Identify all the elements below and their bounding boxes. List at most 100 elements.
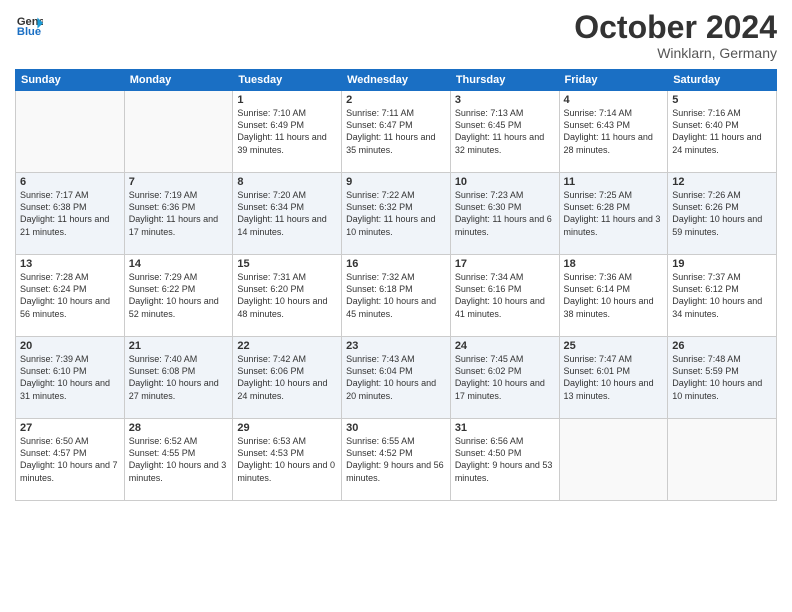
header-row: Sunday Monday Tuesday Wednesday Thursday… — [16, 70, 777, 91]
col-friday: Friday — [559, 70, 668, 91]
table-row: 25Sunrise: 7:47 AMSunset: 6:01 PMDayligh… — [559, 337, 668, 419]
table-row: 27Sunrise: 6:50 AMSunset: 4:57 PMDayligh… — [16, 419, 125, 501]
table-row: 28Sunrise: 6:52 AMSunset: 4:55 PMDayligh… — [124, 419, 233, 501]
table-row — [124, 91, 233, 173]
table-row: 3Sunrise: 7:13 AMSunset: 6:45 PMDaylight… — [450, 91, 559, 173]
day-number: 4 — [564, 94, 664, 106]
col-wednesday: Wednesday — [342, 70, 451, 91]
day-info: Sunrise: 7:14 AMSunset: 6:43 PMDaylight:… — [564, 107, 664, 156]
day-info: Sunrise: 7:17 AMSunset: 6:38 PMDaylight:… — [20, 189, 120, 238]
day-info: Sunrise: 7:39 AMSunset: 6:10 PMDaylight:… — [20, 353, 120, 402]
table-row: 16Sunrise: 7:32 AMSunset: 6:18 PMDayligh… — [342, 255, 451, 337]
table-row: 15Sunrise: 7:31 AMSunset: 6:20 PMDayligh… — [233, 255, 342, 337]
day-number: 31 — [455, 422, 555, 434]
col-saturday: Saturday — [668, 70, 777, 91]
day-info: Sunrise: 7:32 AMSunset: 6:18 PMDaylight:… — [346, 271, 446, 320]
day-number: 24 — [455, 340, 555, 352]
logo-icon: General Blue — [15, 10, 43, 38]
table-row: 10Sunrise: 7:23 AMSunset: 6:30 PMDayligh… — [450, 173, 559, 255]
day-number: 18 — [564, 258, 664, 270]
day-number: 30 — [346, 422, 446, 434]
table-row: 24Sunrise: 7:45 AMSunset: 6:02 PMDayligh… — [450, 337, 559, 419]
day-number: 6 — [20, 176, 120, 188]
table-row: 31Sunrise: 6:56 AMSunset: 4:50 PMDayligh… — [450, 419, 559, 501]
table-row: 8Sunrise: 7:20 AMSunset: 6:34 PMDaylight… — [233, 173, 342, 255]
title-block: October 2024 Winklarn, Germany — [574, 10, 777, 61]
table-row: 21Sunrise: 7:40 AMSunset: 6:08 PMDayligh… — [124, 337, 233, 419]
table-row: 5Sunrise: 7:16 AMSunset: 6:40 PMDaylight… — [668, 91, 777, 173]
day-info: Sunrise: 7:10 AMSunset: 6:49 PMDaylight:… — [237, 107, 337, 156]
table-row — [16, 91, 125, 173]
day-number: 2 — [346, 94, 446, 106]
table-row: 2Sunrise: 7:11 AMSunset: 6:47 PMDaylight… — [342, 91, 451, 173]
day-info: Sunrise: 7:22 AMSunset: 6:32 PMDaylight:… — [346, 189, 446, 238]
table-row — [559, 419, 668, 501]
col-sunday: Sunday — [16, 70, 125, 91]
day-number: 9 — [346, 176, 446, 188]
day-number: 26 — [672, 340, 772, 352]
table-row: 29Sunrise: 6:53 AMSunset: 4:53 PMDayligh… — [233, 419, 342, 501]
day-info: Sunrise: 7:16 AMSunset: 6:40 PMDaylight:… — [672, 107, 772, 156]
day-number: 25 — [564, 340, 664, 352]
table-row: 20Sunrise: 7:39 AMSunset: 6:10 PMDayligh… — [16, 337, 125, 419]
day-number: 28 — [129, 422, 229, 434]
day-info: Sunrise: 6:52 AMSunset: 4:55 PMDaylight:… — [129, 435, 229, 484]
day-number: 29 — [237, 422, 337, 434]
day-info: Sunrise: 7:47 AMSunset: 6:01 PMDaylight:… — [564, 353, 664, 402]
day-info: Sunrise: 7:43 AMSunset: 6:04 PMDaylight:… — [346, 353, 446, 402]
day-info: Sunrise: 6:50 AMSunset: 4:57 PMDaylight:… — [20, 435, 120, 484]
day-info: Sunrise: 7:13 AMSunset: 6:45 PMDaylight:… — [455, 107, 555, 156]
table-row: 26Sunrise: 7:48 AMSunset: 5:59 PMDayligh… — [668, 337, 777, 419]
table-row: 1Sunrise: 7:10 AMSunset: 6:49 PMDaylight… — [233, 91, 342, 173]
day-info: Sunrise: 7:26 AMSunset: 6:26 PMDaylight:… — [672, 189, 772, 238]
day-info: Sunrise: 7:28 AMSunset: 6:24 PMDaylight:… — [20, 271, 120, 320]
day-info: Sunrise: 7:34 AMSunset: 6:16 PMDaylight:… — [455, 271, 555, 320]
day-number: 11 — [564, 176, 664, 188]
table-row: 7Sunrise: 7:19 AMSunset: 6:36 PMDaylight… — [124, 173, 233, 255]
day-info: Sunrise: 7:11 AMSunset: 6:47 PMDaylight:… — [346, 107, 446, 156]
table-row: 9Sunrise: 7:22 AMSunset: 6:32 PMDaylight… — [342, 173, 451, 255]
table-row: 19Sunrise: 7:37 AMSunset: 6:12 PMDayligh… — [668, 255, 777, 337]
day-number: 3 — [455, 94, 555, 106]
calendar-page: General Blue October 2024 Winklarn, Germ… — [0, 0, 792, 612]
table-row: 23Sunrise: 7:43 AMSunset: 6:04 PMDayligh… — [342, 337, 451, 419]
day-number: 19 — [672, 258, 772, 270]
day-info: Sunrise: 6:53 AMSunset: 4:53 PMDaylight:… — [237, 435, 337, 484]
table-row: 12Sunrise: 7:26 AMSunset: 6:26 PMDayligh… — [668, 173, 777, 255]
day-info: Sunrise: 7:37 AMSunset: 6:12 PMDaylight:… — [672, 271, 772, 320]
day-info: Sunrise: 7:29 AMSunset: 6:22 PMDaylight:… — [129, 271, 229, 320]
table-row: 30Sunrise: 6:55 AMSunset: 4:52 PMDayligh… — [342, 419, 451, 501]
table-row: 11Sunrise: 7:25 AMSunset: 6:28 PMDayligh… — [559, 173, 668, 255]
day-number: 21 — [129, 340, 229, 352]
table-row: 18Sunrise: 7:36 AMSunset: 6:14 PMDayligh… — [559, 255, 668, 337]
table-row: 14Sunrise: 7:29 AMSunset: 6:22 PMDayligh… — [124, 255, 233, 337]
day-number: 8 — [237, 176, 337, 188]
day-number: 1 — [237, 94, 337, 106]
day-number: 15 — [237, 258, 337, 270]
day-info: Sunrise: 7:36 AMSunset: 6:14 PMDaylight:… — [564, 271, 664, 320]
day-number: 12 — [672, 176, 772, 188]
day-number: 10 — [455, 176, 555, 188]
day-number: 17 — [455, 258, 555, 270]
day-number: 27 — [20, 422, 120, 434]
table-row: 22Sunrise: 7:42 AMSunset: 6:06 PMDayligh… — [233, 337, 342, 419]
table-row: 13Sunrise: 7:28 AMSunset: 6:24 PMDayligh… — [16, 255, 125, 337]
day-info: Sunrise: 7:19 AMSunset: 6:36 PMDaylight:… — [129, 189, 229, 238]
day-number: 20 — [20, 340, 120, 352]
table-row: 17Sunrise: 7:34 AMSunset: 6:16 PMDayligh… — [450, 255, 559, 337]
day-number: 13 — [20, 258, 120, 270]
col-monday: Monday — [124, 70, 233, 91]
col-thursday: Thursday — [450, 70, 559, 91]
col-tuesday: Tuesday — [233, 70, 342, 91]
day-info: Sunrise: 6:56 AMSunset: 4:50 PMDaylight:… — [455, 435, 555, 484]
day-info: Sunrise: 7:42 AMSunset: 6:06 PMDaylight:… — [237, 353, 337, 402]
day-info: Sunrise: 6:55 AMSunset: 4:52 PMDaylight:… — [346, 435, 446, 484]
day-number: 14 — [129, 258, 229, 270]
logo: General Blue — [15, 10, 43, 38]
day-info: Sunrise: 7:20 AMSunset: 6:34 PMDaylight:… — [237, 189, 337, 238]
day-info: Sunrise: 7:23 AMSunset: 6:30 PMDaylight:… — [455, 189, 555, 238]
day-info: Sunrise: 7:31 AMSunset: 6:20 PMDaylight:… — [237, 271, 337, 320]
day-number: 7 — [129, 176, 229, 188]
table-row — [668, 419, 777, 501]
day-number: 23 — [346, 340, 446, 352]
